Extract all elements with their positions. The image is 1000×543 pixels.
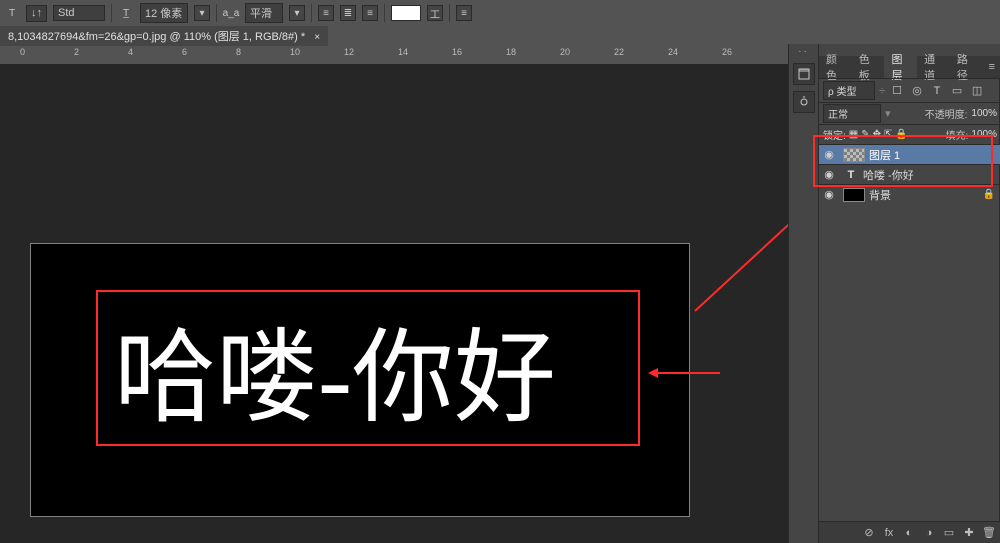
lock-label: 锁定: [823,127,846,142]
layers-panel: 颜色 色板 图层 通道 路径 ≡ ρ 类型 ÷ ☐ ◎ T ▭ ◫ 正常 ▾ 不… [818,44,1000,543]
size-step-down-icon[interactable]: ▾ [194,5,210,21]
anti-alias-step-icon[interactable]: ▾ [289,5,305,21]
warp-text-icon[interactable]: 工 [427,5,443,21]
properties-panel-icon[interactable] [793,91,815,113]
filter-shape-icon[interactable]: ▭ [949,84,965,97]
document-tab-title: 8,1034827694&fm=26&gp=0.jpg @ 110% (图层 1… [8,31,305,43]
lock-paint-icon[interactable]: ✎ [861,129,869,140]
layer-row[interactable]: ◉ 背景 🔒 [819,184,1000,204]
layer-thumb-icon [843,148,865,162]
font-size-icon: T̲ [118,5,134,21]
visibility-eye-icon[interactable]: ◉ [819,168,839,181]
opacity-value[interactable]: 100% [971,108,997,119]
layer-thumb-icon [843,188,865,202]
panel-menu-icon[interactable]: ≡ [983,61,1000,73]
document-tab[interactable]: 8,1034827694&fm=26&gp=0.jpg @ 110% (图层 1… [0,26,328,46]
new-layer-icon[interactable]: ✚ [961,525,977,541]
layer-row[interactable]: ◉ 图层 1 [819,144,1000,164]
lock-pixels-icon[interactable]: ▦ [849,129,858,140]
panel-drag-handle-icon[interactable]: ·· [789,44,818,57]
layer-name[interactable]: 背景 [869,187,891,203]
fill-value[interactable]: 100% [971,129,997,140]
align-center-icon[interactable]: ≣ [340,5,356,21]
filter-smart-icon[interactable]: ◫ [969,84,985,97]
text-tool-icon: T [4,5,20,21]
fill-label: 填充: [946,127,969,142]
ruler: 0 2 4 6 8 10 12 14 16 18 20 22 24 26 [0,46,788,64]
character-panel-icon[interactable]: ≡ [456,5,472,21]
document-tab-bar: 8,1034827694&fm=26&gp=0.jpg @ 110% (图层 1… [0,26,328,46]
options-bar: T ↓↑ Std T̲ 12 像素 ▾ a_a 平滑 ▾ ≡ ≣ ≡ 工 ≡ [0,0,1000,26]
blend-mode-select[interactable]: 正常 [823,104,881,123]
visibility-eye-icon[interactable]: ◉ [819,188,839,201]
filter-text-icon[interactable]: T [929,85,945,97]
layer-name[interactable]: 图层 1 [869,147,900,163]
layer-style-icon[interactable]: fx [881,525,897,541]
align-left-icon[interactable]: ≡ [318,5,334,21]
layer-filter-row: ρ 类型 ÷ ☐ ◎ T ▭ ◫ [819,78,1000,102]
delete-layer-icon[interactable]: 🗑 [981,525,997,541]
work-area: 0 2 4 6 8 10 12 14 16 18 20 22 24 26 哈喽-… [0,46,788,543]
text-layer-icon: T [843,168,859,182]
align-right-icon[interactable]: ≡ [362,5,378,21]
opacity-label: 不透明度: [925,106,968,121]
orientation-toggle-icon[interactable]: ↓↑ [26,5,47,22]
lock-all-icon[interactable]: 🔒 [895,129,907,140]
layer-name[interactable]: 哈喽 -你好 [863,167,914,183]
lock-position-icon[interactable]: ✥ [873,129,881,140]
lock-icon: 🔒 [983,189,995,200]
history-panel-icon[interactable] [793,63,815,85]
font-size-field[interactable]: 12 像素 [140,3,188,23]
new-group-icon[interactable]: ▭ [941,525,957,541]
layers-list: ◉ 图层 1 ◉ T 哈喽 -你好 ◉ 背景 🔒 [819,144,1000,204]
adjustment-layer-icon[interactable]: ◑ [921,525,937,541]
close-document-icon[interactable]: × [314,32,320,43]
filter-adjust-icon[interactable]: ◎ [909,84,925,97]
text-color-swatch[interactable] [391,5,421,21]
font-family-field[interactable]: Std [53,5,105,21]
layer-mask-icon[interactable]: ◐ [901,525,917,541]
layers-panel-footer: ⊘ fx ◐ ◑ ▭ ✚ 🗑 [819,521,1000,543]
panel-tabs: 颜色 色板 图层 通道 路径 ≡ [819,56,1000,78]
layer-kind-select[interactable]: ρ 类型 [823,81,875,100]
filter-pixel-icon[interactable]: ☐ [889,84,905,97]
layer-row[interactable]: ◉ T 哈喽 -你好 [819,164,1000,184]
anti-alias-icon: a_a [223,5,239,21]
annotation-arrow-horizontal [648,366,720,380]
visibility-eye-icon[interactable]: ◉ [819,148,839,161]
annotation-red-box-canvas [96,290,640,446]
lock-row: 锁定: ▦ ✎ ✥ ⇱ 🔒 填充: 100% [819,124,1000,144]
collapsed-panel-column: ·· [788,44,818,543]
blend-mode-row: 正常 ▾ 不透明度: 100% [819,102,1000,124]
anti-alias-field[interactable]: 平滑 [245,3,283,23]
lock-artboard-icon[interactable]: ⇱ [884,129,892,140]
link-layers-icon[interactable]: ⊘ [861,525,877,541]
